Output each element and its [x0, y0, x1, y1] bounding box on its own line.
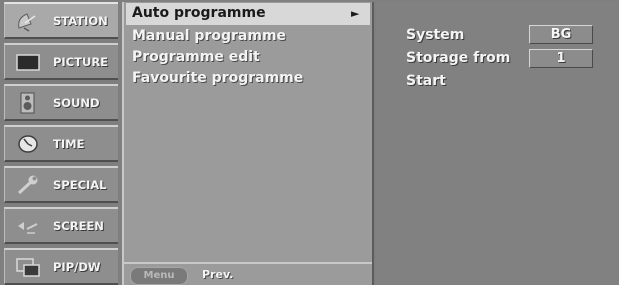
menu-item-manual-programme[interactable]: Manual programme — [132, 28, 286, 44]
menu-footer: Menu Prev. — [124, 262, 372, 285]
clock-icon — [15, 133, 41, 155]
category-label: STATION — [53, 14, 108, 28]
category-label: SOUND — [53, 96, 100, 110]
station-menu-panel: Auto programme ► Manual programme Progra… — [122, 2, 374, 285]
screen-adjust-icon — [15, 215, 41, 237]
satellite-dish-icon — [15, 10, 41, 32]
category-label: SPECIAL — [53, 178, 107, 192]
menu-key-button[interactable]: Menu — [130, 267, 188, 285]
submenu-arrow-icon: ► — [351, 7, 360, 20]
category-screen[interactable]: SCREEN — [4, 207, 118, 244]
category-station[interactable]: STATION — [4, 2, 118, 39]
category-sound[interactable]: SOUND — [4, 84, 118, 121]
speaker-icon — [15, 92, 41, 114]
tv-osd-menu: STATION PICTURE SOUND TIME SPECIAL SCREE… — [0, 0, 619, 285]
wrench-icon — [15, 174, 41, 196]
system-label: System — [406, 27, 465, 43]
menu-item-label: Auto programme — [132, 5, 266, 21]
tv-screen-icon — [15, 51, 41, 73]
category-label: TIME — [53, 137, 85, 151]
category-label: PICTURE — [53, 55, 109, 69]
storage-from-label: Storage from — [406, 50, 511, 66]
category-time[interactable]: TIME — [4, 125, 118, 162]
pip-icon — [15, 256, 41, 278]
menu-item-auto-programme[interactable]: Auto programme ► — [126, 3, 370, 25]
start-option[interactable]: Start — [406, 73, 446, 89]
category-sidebar: STATION PICTURE SOUND TIME SPECIAL SCREE… — [4, 2, 120, 285]
category-label: PIP/DW — [53, 260, 101, 274]
category-pip-dw[interactable]: PIP/DW — [4, 248, 118, 285]
category-special[interactable]: SPECIAL — [4, 166, 118, 203]
category-picture[interactable]: PICTURE — [4, 43, 118, 80]
menu-item-programme-edit[interactable]: Programme edit — [132, 49, 260, 65]
category-label: SCREEN — [53, 219, 104, 233]
system-value-field[interactable]: BG — [529, 25, 593, 44]
menu-item-favourite-programme[interactable]: Favourite programme — [132, 70, 303, 86]
auto-programme-settings: System BG Storage from 1 Start — [376, 2, 619, 285]
prev-label: Prev. — [202, 268, 234, 281]
storage-from-value-field[interactable]: 1 — [529, 49, 593, 68]
